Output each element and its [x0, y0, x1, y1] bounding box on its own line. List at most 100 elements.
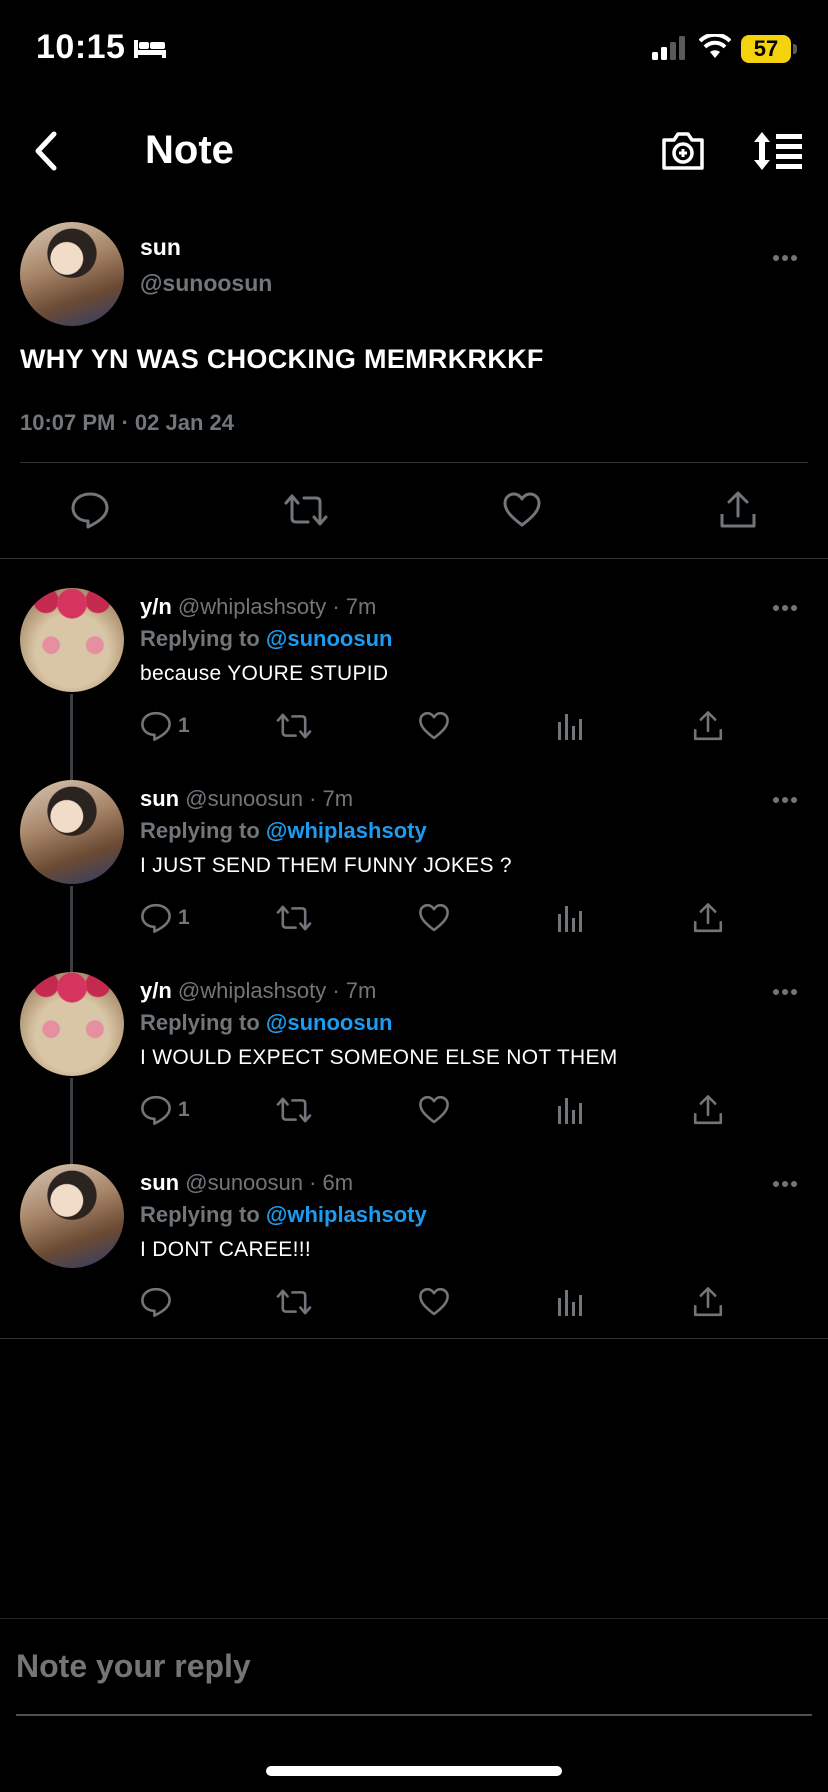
- mention-link[interactable]: @sunoosun: [266, 1010, 393, 1035]
- camera-plus-icon[interactable]: [660, 128, 706, 177]
- replying-to: Replying to @sunoosun: [140, 626, 392, 652]
- reply-icon: [141, 1095, 171, 1125]
- share-icon[interactable]: [692, 710, 724, 742]
- divider: [20, 462, 808, 463]
- avatar[interactable]: [20, 1164, 124, 1268]
- divider: [0, 558, 828, 559]
- heart-icon[interactable]: [418, 710, 450, 742]
- reply-author-handle[interactable]: @whiplashsoty · 7m: [178, 978, 376, 1003]
- reply-author-name[interactable]: y/n: [140, 978, 172, 1003]
- replying-to: Replying to @whiplashsoty: [140, 818, 427, 844]
- reply-author-name[interactable]: y/n: [140, 594, 172, 619]
- reply-item[interactable]: y/n @whiplashsoty · 7m Replying to @suno…: [0, 588, 828, 782]
- reply-author-handle[interactable]: @whiplashsoty · 7m: [178, 594, 376, 619]
- post-author-name[interactable]: sun: [140, 234, 181, 261]
- reply-header: y/n @whiplashsoty · 7m: [140, 978, 376, 1004]
- reply-text: I JUST SEND THEM FUNNY JOKES ?: [140, 854, 512, 877]
- reply-author-handle[interactable]: @sunoosun · 7m: [185, 786, 353, 811]
- sort-lines-icon[interactable]: [752, 130, 804, 177]
- avatar[interactable]: [20, 780, 124, 884]
- mention-link[interactable]: @sunoosun: [266, 626, 393, 651]
- bed-icon: [133, 36, 167, 65]
- mention-link[interactable]: @whiplashsoty: [266, 818, 427, 843]
- avatar[interactable]: [20, 588, 124, 692]
- reply-actions: 1: [0, 710, 828, 750]
- retweet-icon[interactable]: [276, 902, 312, 934]
- reply-header: sun @sunoosun · 7m: [140, 786, 353, 812]
- reply-input[interactable]: [16, 1644, 806, 1688]
- retweet-icon[interactable]: [284, 490, 328, 535]
- divider: [0, 1618, 828, 1619]
- analytics-icon[interactable]: [556, 1286, 584, 1318]
- retweet-icon[interactable]: [276, 710, 312, 742]
- heart-icon[interactable]: [418, 902, 450, 934]
- chevron-left-icon[interactable]: [24, 126, 74, 176]
- status-bar: 10:15 57: [0, 0, 828, 100]
- analytics-icon[interactable]: [556, 902, 584, 934]
- replying-label: Replying to: [140, 626, 266, 651]
- reply-item[interactable]: sun @sunoosun · 7m Replying to @whiplash…: [0, 780, 828, 974]
- reply-header: y/n @whiplashsoty · 7m: [140, 594, 376, 620]
- more-options-icon[interactable]: [772, 250, 798, 268]
- reply-author-name[interactable]: sun: [140, 786, 179, 811]
- home-indicator[interactable]: [266, 1766, 562, 1776]
- reply-button[interactable]: 1: [140, 1094, 190, 1126]
- reply-icon: [141, 711, 171, 741]
- more-options-icon[interactable]: [772, 1176, 798, 1194]
- reply-actions: 1: [0, 902, 828, 942]
- share-icon[interactable]: [692, 902, 724, 934]
- share-icon[interactable]: [718, 490, 758, 535]
- reply-icon: [141, 903, 171, 933]
- reply-header: sun @sunoosun · 6m: [140, 1170, 353, 1196]
- replying-label: Replying to: [140, 1202, 266, 1227]
- input-underline: [16, 1714, 812, 1716]
- retweet-icon[interactable]: [276, 1286, 312, 1318]
- heart-icon[interactable]: [502, 490, 542, 535]
- share-icon[interactable]: [692, 1286, 724, 1318]
- replying-to: Replying to @sunoosun: [140, 1010, 392, 1036]
- reply-text: I DONT CAREE!!!: [140, 1238, 311, 1261]
- reply-author-name[interactable]: sun: [140, 1170, 179, 1195]
- avatar[interactable]: [20, 972, 124, 1076]
- replying-to: Replying to @whiplashsoty: [140, 1202, 427, 1228]
- analytics-icon[interactable]: [556, 710, 584, 742]
- analytics-icon[interactable]: [556, 1094, 584, 1126]
- reply-count: 1: [178, 906, 190, 929]
- battery-icon: 57: [741, 35, 791, 63]
- replying-label: Replying to: [140, 818, 266, 843]
- more-options-icon[interactable]: [772, 600, 798, 618]
- divider: [0, 1338, 828, 1339]
- reply-actions: [0, 1286, 828, 1326]
- post-author-handle[interactable]: @sunoosun: [140, 270, 272, 297]
- reply-item[interactable]: y/n @whiplashsoty · 7m Replying to @suno…: [0, 972, 828, 1166]
- reply-text: I WOULD EXPECT SOMEONE ELSE NOT THEM: [140, 1046, 618, 1069]
- share-icon[interactable]: [692, 1094, 724, 1126]
- avatar[interactable]: [20, 222, 124, 326]
- more-options-icon[interactable]: [772, 792, 798, 810]
- nav-header: Note: [0, 110, 828, 192]
- post-actions: [0, 484, 828, 544]
- reply-actions: 1: [0, 1094, 828, 1134]
- replying-label: Replying to: [140, 1010, 266, 1035]
- reply-count: 1: [178, 714, 190, 737]
- page-title: Note: [145, 128, 234, 172]
- more-options-icon[interactable]: [772, 984, 798, 1002]
- reply-button[interactable]: 1: [140, 902, 190, 934]
- status-time: 10:15: [36, 28, 126, 66]
- reply-item[interactable]: sun @sunoosun · 6m Replying to @whiplash…: [0, 1164, 828, 1356]
- reply-author-handle[interactable]: @sunoosun · 6m: [185, 1170, 353, 1195]
- reply-button[interactable]: [140, 1286, 178, 1318]
- reply-text: because YOURE STUPID: [140, 662, 389, 685]
- battery-tip: [793, 44, 797, 54]
- reply-icon: [141, 1287, 171, 1317]
- heart-icon[interactable]: [418, 1094, 450, 1126]
- reply-icon[interactable]: [70, 490, 110, 535]
- cellular-signal-icon: [652, 36, 688, 65]
- wifi-icon: [698, 32, 732, 65]
- post-timestamp: 10:07 PM · 02 Jan 24: [20, 410, 235, 435]
- retweet-icon[interactable]: [276, 1094, 312, 1126]
- reply-count: 1: [178, 1098, 190, 1121]
- heart-icon[interactable]: [418, 1286, 450, 1318]
- mention-link[interactable]: @whiplashsoty: [266, 1202, 427, 1227]
- reply-button[interactable]: 1: [140, 710, 190, 742]
